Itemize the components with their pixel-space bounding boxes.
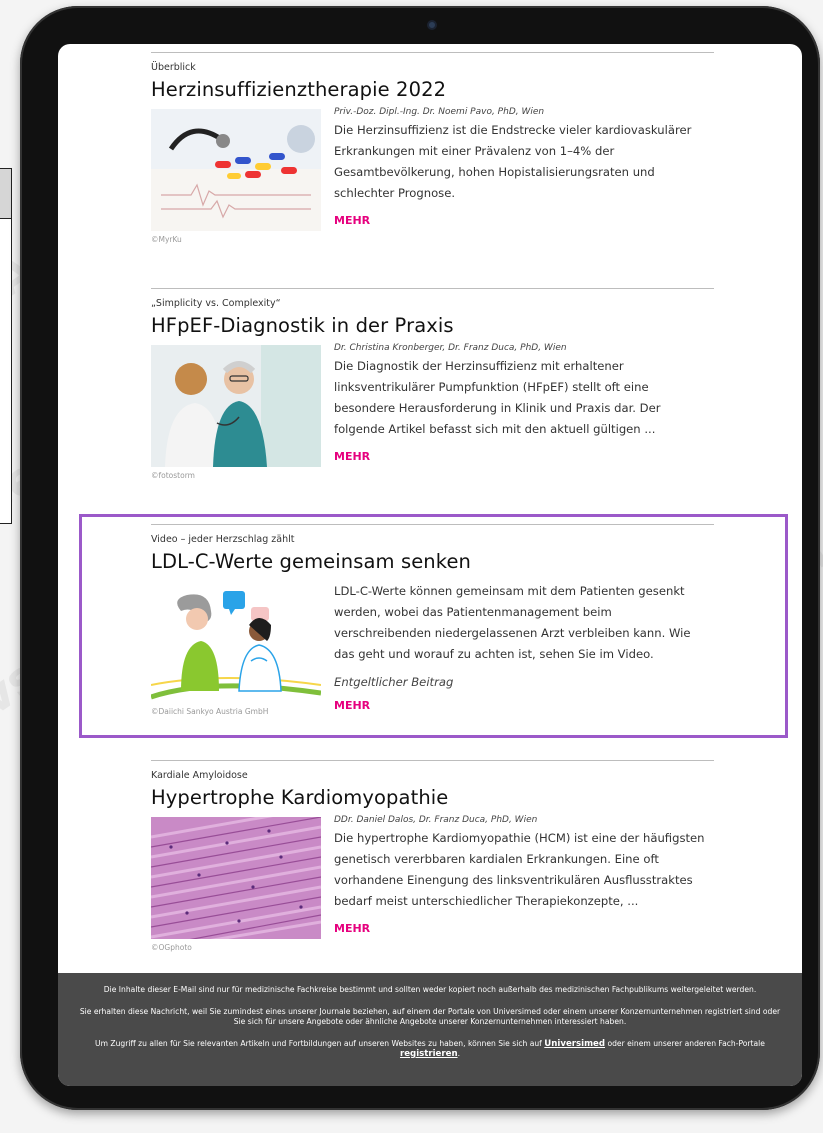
footer-disclaimer: Die Inhalte dieser E-Mail sind nur für m… (103, 985, 757, 994)
more-link[interactable]: MEHR (334, 699, 370, 712)
camera-icon (427, 20, 437, 30)
image-credit: ©fotostorm (151, 471, 195, 480)
side-panel-fragment (0, 168, 12, 524)
footer-reason: Sie erhalten diese Nachricht, weil Sie z… (79, 1007, 781, 1026)
article-teaser: Die Herzinsuffizienz ist die Endstrecke … (334, 123, 692, 200)
article-author: Priv.-Doz. Dipl.-Ing. Dr. Noemi Pavo, Ph… (334, 107, 545, 117)
more-link[interactable]: MEHR (334, 450, 370, 463)
article-author: Dr. Christina Kronberger, Dr. Franz Duca… (334, 343, 567, 353)
article-title[interactable]: HFpEF-Diagnostik in der Praxis (151, 314, 714, 337)
histology-image (151, 817, 321, 939)
article-kicker: „Simplicity vs. Complexity“ (151, 298, 281, 309)
image-credit: ©Daiichi Sankyo Austria GmbH (151, 707, 269, 716)
article-image[interactable] (151, 581, 321, 703)
more-link[interactable]: MEHR (334, 214, 370, 227)
article-card: „Simplicity vs. Complexity“ HFpEF-Diagno… (151, 288, 714, 480)
article-kicker: Überblick (151, 62, 196, 73)
image-credit: ©MyrKu (151, 235, 182, 244)
universimed-link[interactable]: Universimed (544, 1039, 605, 1049)
video-illustration-image (151, 581, 321, 703)
article-title[interactable]: Herzinsuffizienztherapie 2022 (151, 78, 714, 101)
more-link[interactable]: MEHR (334, 922, 370, 935)
email-content: Überblick Herzinsuffizienztherapie 2022 (58, 44, 802, 1086)
email-screen[interactable]: Überblick Herzinsuffizienztherapie 2022 (58, 44, 802, 1086)
tablet-device: Überblick Herzinsuffizienztherapie 2022 (20, 6, 820, 1110)
side-panel-header (0, 169, 11, 219)
doctor-patient-image (151, 345, 321, 467)
article-card: Kardiale Amyloidose Hypertrophe Kardiomy… (151, 760, 714, 952)
article-card: Überblick Herzinsuffizienztherapie 2022 (151, 52, 714, 244)
footer-register: Um Zugriff zu allen für Sie relevanten A… (95, 1039, 765, 1059)
article-kicker: Kardiale Amyloidose (151, 770, 248, 781)
article-image[interactable] (151, 817, 321, 939)
image-credit: ©OGphoto (151, 943, 192, 952)
pills-stethoscope-image (151, 109, 321, 231)
email-footer: Die Inhalte dieser E-Mail sind nur für m… (58, 973, 802, 1086)
article-teaser: Die hypertrophe Kardiomyopathie (HCM) is… (334, 831, 705, 908)
article-teaser: Die Diagnostik der Herzinsuffizienz mit … (334, 359, 661, 436)
article-teaser: LDL-C-Werte können gemeinsam mit dem Pat… (334, 584, 691, 661)
article-kicker: Video – jeder Herzschlag zählt (151, 534, 295, 545)
sponsor-label: Entgeltlicher Beitrag (334, 675, 454, 689)
register-link[interactable]: registrieren (400, 1049, 458, 1059)
article-title[interactable]: Hypertrophe Kardiomyopathie (151, 786, 714, 809)
article-image[interactable] (151, 345, 321, 467)
article-image[interactable] (151, 109, 321, 231)
article-title[interactable]: LDL-C-Werte gemeinsam senken (151, 550, 714, 573)
article-card-sponsored: Video – jeder Herzschlag zählt LDL-C-Wer… (151, 524, 714, 716)
article-author: DDr. Daniel Dalos, Dr. Franz Duca, PhD, … (334, 815, 538, 825)
